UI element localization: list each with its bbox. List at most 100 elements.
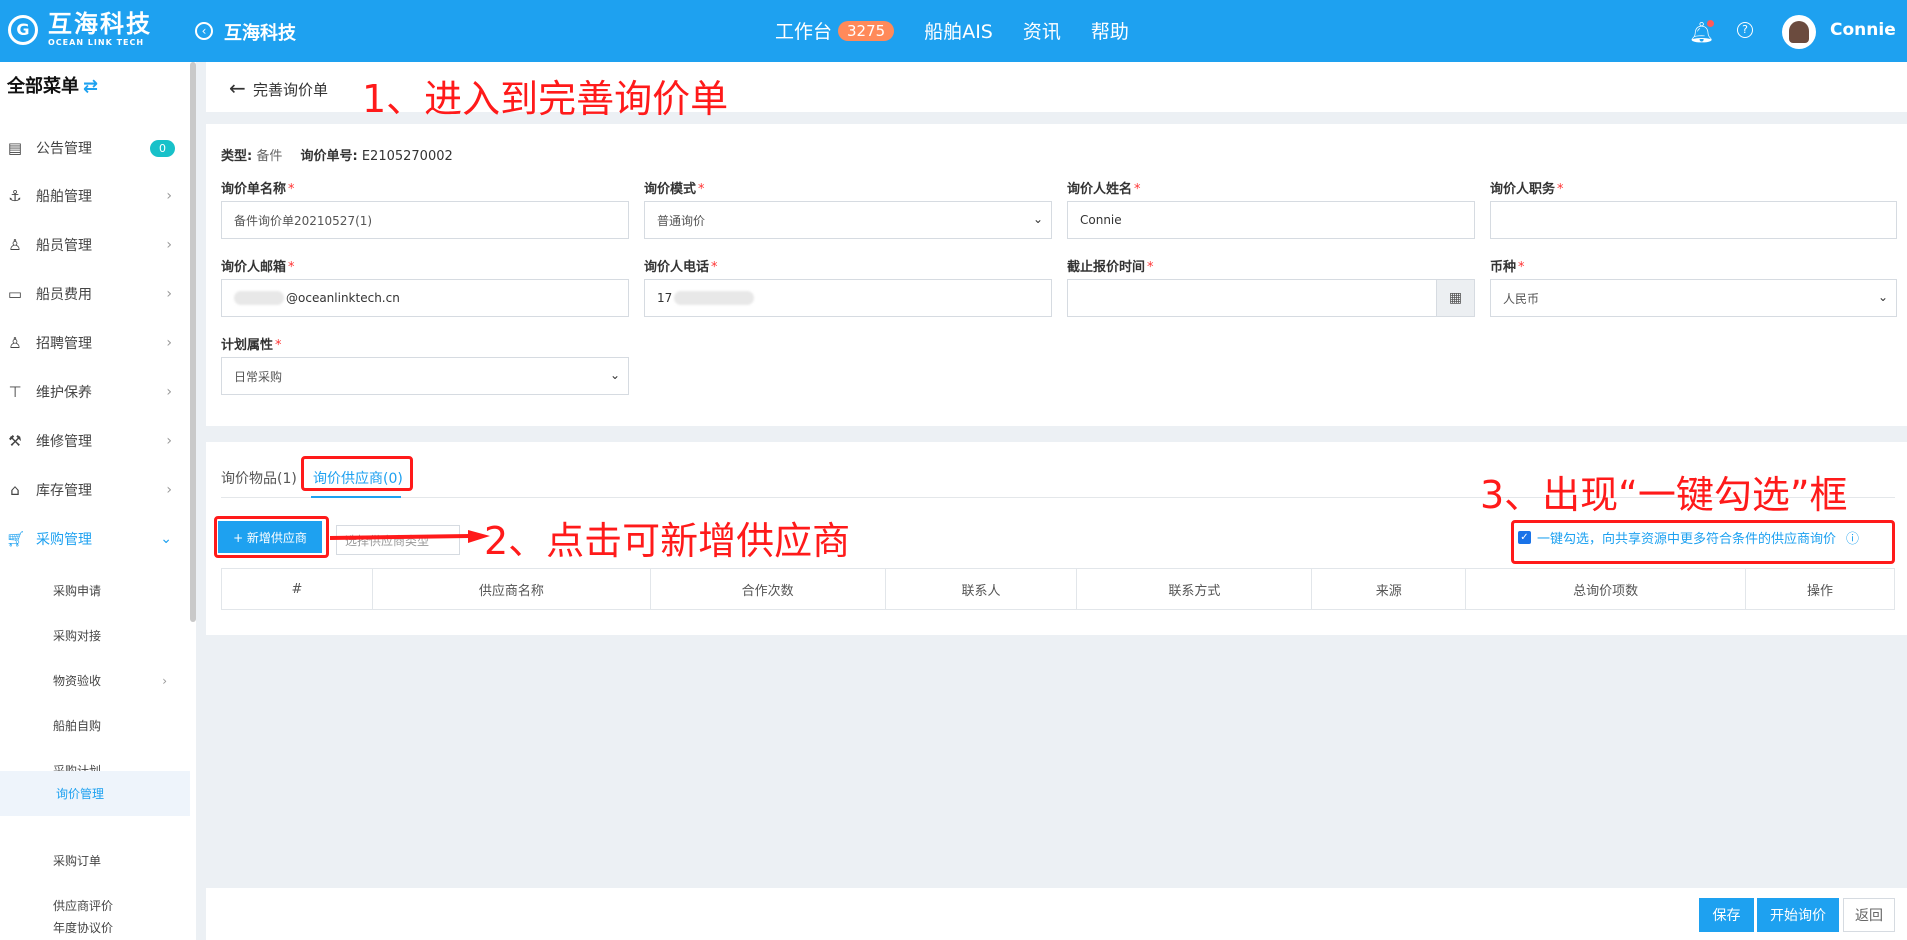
currency-select[interactable]: 人民币 ⌄	[1490, 279, 1897, 317]
sidebar-item-repair[interactable]: ⚒︎ 维修管理 ›	[0, 421, 190, 461]
back-arrow-icon[interactable]: ←	[229, 76, 246, 100]
company-name: 互海科技	[224, 23, 296, 44]
sidebar-sub-annual-agreement[interactable]: 年度协议价	[0, 907, 190, 940]
calendar-icon[interactable]: ▦	[1436, 280, 1474, 316]
sidebar-item-maintenance[interactable]: ⊤ 维护保养 ›	[0, 372, 190, 412]
chevron-right-icon: ›	[166, 188, 172, 204]
chevron-right-icon: ›	[166, 482, 172, 498]
inquiry-number: E2105270002	[361, 149, 453, 164]
inquiry-name-input[interactable]: 备件询价单20210527(1)	[221, 201, 629, 239]
inquirer-position-label: 询价人职务 *	[1490, 182, 1564, 197]
col-source: 来源	[1311, 568, 1467, 610]
active-tab-indicator	[311, 496, 401, 498]
workbench-count-badge: 3275	[838, 20, 895, 41]
sidebar-sub-purchase-request[interactable]: 采购申请	[0, 568, 190, 613]
nav-news[interactable]: 资讯	[1023, 17, 1061, 44]
sidebar-sub-ship-self-purchase[interactable]: 船舶自购	[0, 703, 190, 748]
chevron-right-icon: ›	[166, 237, 172, 253]
announcement-badge: 0	[150, 140, 175, 157]
redacted-text	[674, 291, 755, 305]
anchor-icon: ⚓︎	[8, 187, 22, 205]
sidebar-item-ship[interactable]: ⚓︎ 船舶管理 ›	[0, 176, 190, 216]
col-actions: 操作	[1745, 568, 1895, 610]
swap-icon[interactable]: ⇄	[83, 76, 98, 97]
back-circle-icon[interactable]: ‹	[195, 22, 213, 40]
sidebar-sub-inquiry-management[interactable]: 询价管理	[0, 771, 190, 816]
chevron-right-icon: ›	[166, 384, 172, 400]
annotation-step-2: 2、点击可新增供应商	[484, 519, 851, 563]
tab-inquiry-items[interactable]: 询价物品(1)	[221, 468, 297, 488]
supplier-table: # 供应商名称 合作次数 联系人 联系方式 来源 总询价项数 操作	[221, 568, 1895, 610]
col-supplier-name: 供应商名称	[371, 568, 651, 610]
username[interactable]: Connie	[1830, 20, 1896, 40]
inquiry-name-label: 询价单名称 *	[221, 182, 295, 197]
chevron-right-icon: ›	[166, 433, 172, 449]
inquirer-email-input[interactable]: @oceanlinktech.cn	[221, 279, 629, 317]
sidebar-item-inventory[interactable]: ⌂ 库存管理 ›	[0, 470, 190, 510]
deadline-label: 截止报价时间 *	[1067, 260, 1154, 275]
inquirer-phone-input[interactable]: 17	[644, 279, 1052, 317]
top-bar: G 互海科技 OCEAN LINK TECH ‹ 互海科技 工作台 3275 船…	[0, 0, 1907, 62]
sidebar-item-crew[interactable]: ♙ 船员管理 ›	[0, 225, 190, 265]
top-nav: 工作台 3275 船舶AIS 资讯 帮助	[775, 17, 1159, 44]
person-icon: ♙	[8, 236, 22, 254]
plan-attribute-label: 计划属性 *	[221, 338, 282, 353]
sidebar-sub-purchase-docking[interactable]: 采购对接	[0, 613, 190, 658]
cart-icon: 🛒︎	[6, 530, 26, 548]
menu-title[interactable]: 全部菜单 ⇄	[7, 72, 98, 98]
inquirer-name-input[interactable]: Connie	[1067, 201, 1475, 239]
chevron-down-icon: ⌄	[1877, 290, 1888, 304]
inquirer-phone-label: 询价人电话 *	[644, 260, 718, 275]
sidebar-item-procurement[interactable]: 🛒︎ 采购管理 ⌄	[0, 519, 190, 559]
plan-attribute-select[interactable]: 日常采购 ⌄	[221, 357, 629, 395]
logo-subtitle: OCEAN LINK TECH	[48, 38, 145, 47]
person-add-icon: ♙	[8, 334, 22, 352]
save-button[interactable]: 保存	[1699, 898, 1754, 932]
notification-dot	[1707, 20, 1714, 27]
nav-help[interactable]: 帮助	[1091, 17, 1129, 44]
wrench-icon: ⚒︎	[8, 432, 22, 450]
annotation-step-3: 3、出现“一键勾选”框	[1480, 473, 1848, 517]
page-title: 完善询价单	[253, 81, 329, 99]
bottom-action-bar	[206, 888, 1907, 940]
currency-label: 币种 *	[1490, 260, 1525, 275]
deadline-input[interactable]: ▦	[1067, 279, 1475, 317]
col-total-items: 总询价项数	[1465, 568, 1747, 610]
logo-icon: G	[8, 14, 38, 45]
annotation-arrow	[330, 530, 490, 543]
chevron-down-icon: ⌄	[160, 531, 172, 547]
sidebar-item-recruit[interactable]: ♙ 招聘管理 ›	[0, 323, 190, 363]
sidebar: 全部菜单 ⇄ ▤ 公告管理 0 ⚓︎ 船舶管理 › ♙ 船员管理 › ▭ 船员费用…	[0, 62, 196, 940]
inquirer-email-label: 询价人邮箱 *	[221, 260, 295, 275]
book-icon: ▤	[7, 139, 23, 157]
inquiry-meta: 类型: 备件 询价单号: E2105270002	[221, 149, 453, 164]
logo[interactable]: G 互海科技 OCEAN LINK TECH	[8, 12, 152, 47]
chevron-right-icon: ›	[166, 335, 172, 351]
sidebar-sub-purchase-order[interactable]: 采购订单	[0, 838, 190, 883]
redacted-text	[234, 291, 284, 305]
inquirer-name-label: 询价人姓名 *	[1067, 182, 1141, 197]
help-icon[interactable]: ?	[1737, 22, 1753, 38]
col-contact: 联系人	[884, 568, 1078, 610]
nav-ship-ais[interactable]: 船舶AIS	[924, 17, 993, 44]
col-contact-method: 联系方式	[1076, 568, 1313, 610]
col-cooperation-count: 合作次数	[649, 568, 886, 610]
sidebar-scrollbar[interactable]	[190, 62, 196, 622]
avatar[interactable]	[1782, 15, 1816, 49]
col-index: #	[221, 568, 373, 610]
inquiry-mode-select[interactable]: 普通询价 ⌄	[644, 201, 1052, 239]
chevron-right-icon: ›	[162, 673, 167, 688]
sidebar-item-crew-cost[interactable]: ▭ 船员费用 ›	[0, 274, 190, 314]
table-header-row: # 供应商名称 合作次数 联系人 联系方式 来源 总询价项数 操作	[221, 568, 1895, 610]
nav-workbench[interactable]: 工作台 3275	[775, 17, 895, 44]
logo-name: 互海科技	[48, 10, 152, 38]
annotation-box-tab	[301, 456, 413, 491]
sidebar-item-announcement[interactable]: ▤ 公告管理 0	[0, 128, 190, 168]
back-button[interactable]: 返回	[1843, 898, 1895, 932]
start-inquiry-button[interactable]: 开始询价	[1757, 898, 1839, 932]
inquirer-position-input[interactable]	[1490, 201, 1897, 239]
wallet-icon: ▭	[7, 285, 23, 303]
chevron-down-icon: ⌄	[1032, 212, 1043, 226]
home-icon: ⌂	[10, 481, 20, 499]
sidebar-sub-acceptance[interactable]: 物资验收 ›	[0, 658, 190, 703]
